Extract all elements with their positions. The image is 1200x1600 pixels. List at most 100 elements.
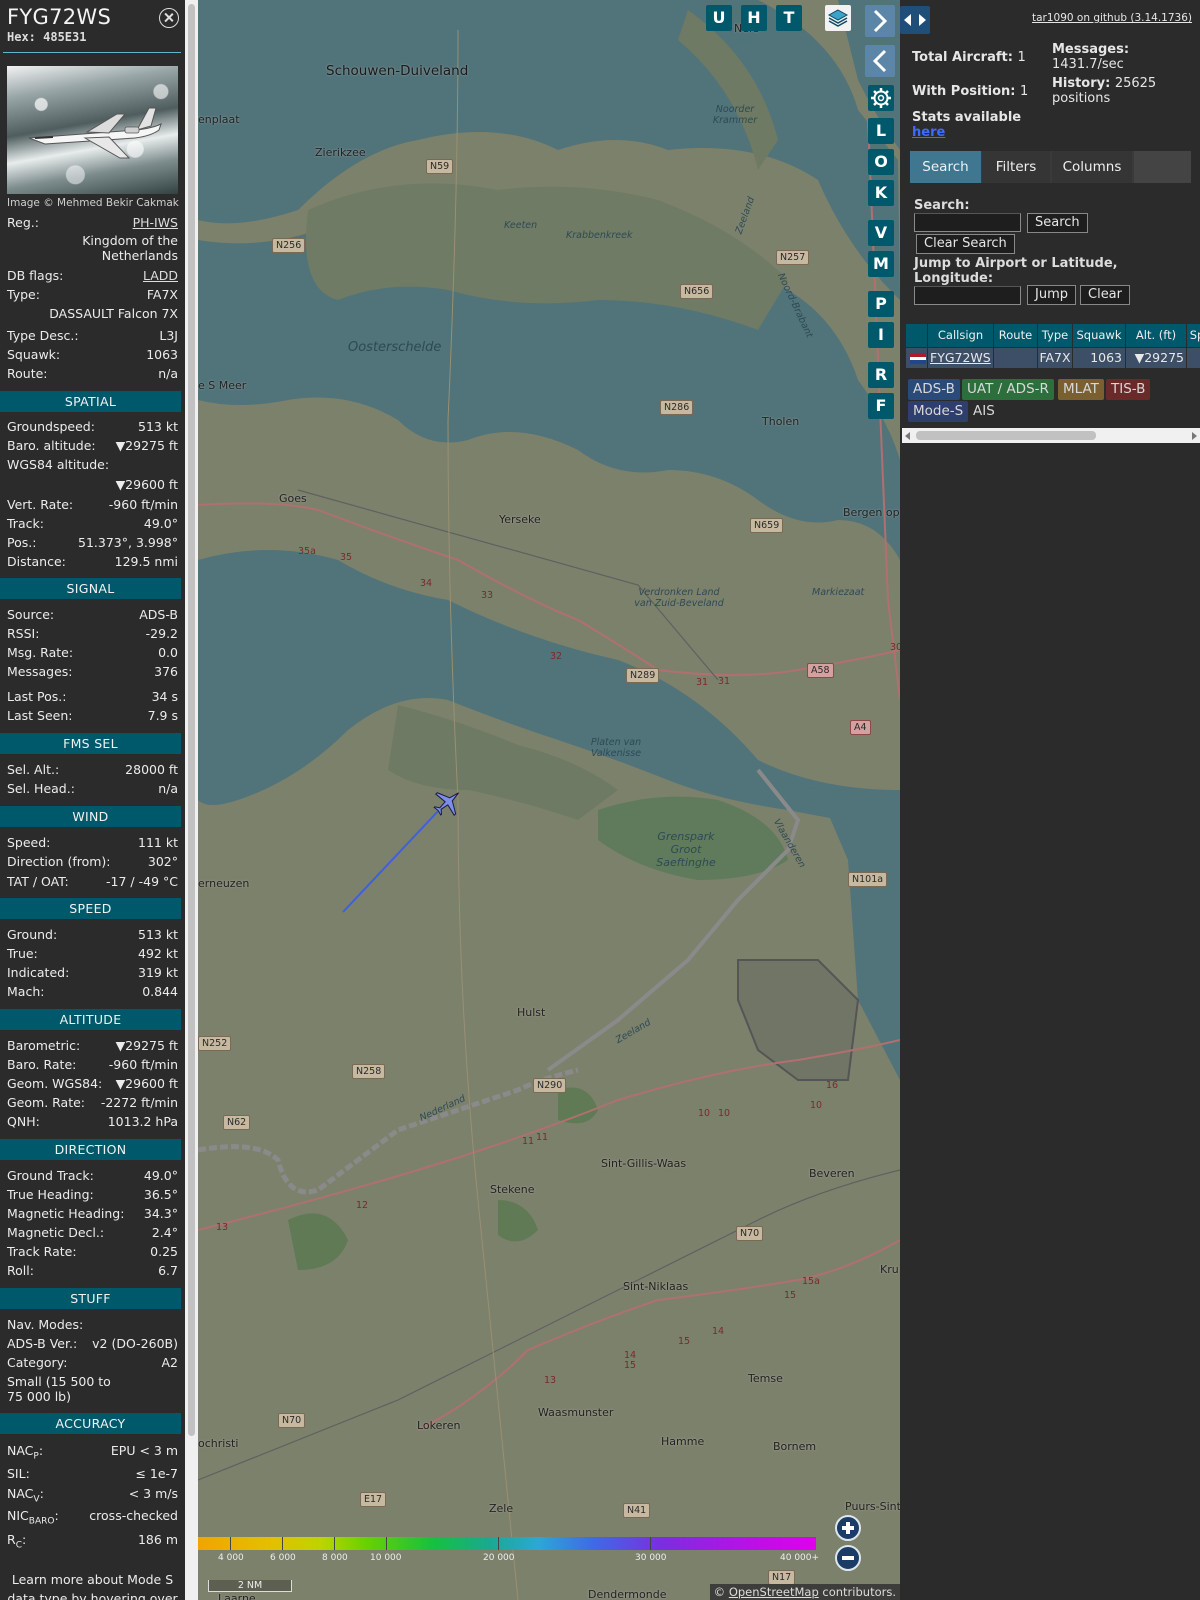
table-row-speed[interactable]: [1187, 348, 1200, 368]
ground-track-label: Ground Track:: [7, 1168, 94, 1183]
wind-speed-label: Speed:: [7, 835, 51, 850]
last-seen-value: 7.9 s: [147, 708, 178, 723]
jump-button[interactable]: Jump: [1027, 285, 1076, 305]
messages-label: Messages:: [7, 664, 73, 679]
tab-extra[interactable]: [1134, 151, 1191, 183]
water-krabbenkreek: Krabbenkreek: [566, 230, 633, 241]
search-button[interactable]: Search: [1027, 213, 1088, 233]
toggle-r-button[interactable]: R: [868, 362, 894, 388]
exit-number: 15: [678, 1336, 691, 1347]
expand-sidebar-button[interactable]: [865, 5, 895, 37]
track-rate-value: 0.25: [150, 1244, 178, 1259]
road-shield: N59: [426, 159, 454, 174]
place-sint-niklaas: Sint-Niklaas: [623, 1280, 689, 1293]
toggle-i-button[interactable]: I: [868, 322, 894, 348]
column-header-type[interactable]: Type: [1038, 324, 1072, 347]
table-row-flag[interactable]: [906, 348, 927, 368]
toggle-sidebar-width-button[interactable]: [900, 6, 930, 34]
with-position-stat: With Position: 1: [912, 84, 1029, 99]
table-row-squawk[interactable]: 1063: [1073, 348, 1125, 368]
magnetic-heading-label: Magnetic Heading:: [7, 1206, 125, 1221]
tat-oat-value: -17 / -49 °C: [106, 874, 178, 889]
aircraft-info-panel: FYG72WS Hex: 485E31 Image © Mehmed Bekir…: [0, 0, 185, 1600]
toggle-o-button[interactable]: O: [868, 149, 894, 175]
zoom-in-button[interactable]: [835, 1515, 861, 1541]
table-row-altitude[interactable]: ▼29275: [1126, 348, 1186, 368]
exit-number: 30: [890, 642, 900, 653]
table-row-type[interactable]: FA7X: [1038, 348, 1072, 368]
info-header: FYG72WS Hex: 485E31: [7, 5, 111, 44]
road-shield: N290: [533, 1078, 567, 1093]
scroll-left-icon[interactable]: [905, 432, 910, 440]
clear-search-button[interactable]: Clear Search: [916, 234, 1015, 254]
toggle-l-button[interactable]: L: [868, 118, 894, 144]
toggle-h-button[interactable]: H: [741, 5, 767, 31]
registration-link[interactable]: PH-IWS: [133, 214, 178, 231]
typedesc-label: Type Desc.:: [7, 328, 79, 343]
horizontal-scrollbar-thumb[interactable]: [916, 431, 1096, 440]
column-header-callsign[interactable]: Callsign: [928, 324, 993, 347]
toggle-k-button[interactable]: K: [868, 180, 894, 206]
scrollbar-thumb[interactable]: [188, 4, 195, 1436]
tab-columns[interactable]: Columns: [1052, 151, 1132, 183]
section-accuracy: ACCURACY: [0, 1413, 181, 1434]
layers-button[interactable]: [825, 5, 851, 31]
openstreetmap-link[interactable]: OpenStreetMap: [729, 1585, 819, 1599]
toggle-f-button[interactable]: F: [868, 393, 894, 419]
altitude-scale-label: 10 000: [370, 1553, 402, 1563]
baro-altitude-value: ▼29275 ft: [115, 438, 178, 453]
jump-input[interactable]: [914, 286, 1021, 305]
zoom-out-button[interactable]: [835, 1545, 861, 1571]
aircraft-photo[interactable]: [7, 66, 178, 194]
groundspeed-label: Groundspeed:: [7, 419, 95, 434]
map-view[interactable]: Schouwen-Duiveland Zierikzee Goes Yersek…: [198, 0, 900, 1600]
column-header-altitude[interactable]: Alt. (ft): [1126, 324, 1186, 347]
settings-button[interactable]: [868, 85, 894, 111]
table-horizontal-scrollbar[interactable]: [902, 428, 1200, 443]
toggle-m-button[interactable]: M: [868, 251, 894, 277]
tab-search[interactable]: Search: [910, 151, 981, 183]
section-fms-sel: FMS SEL: [0, 733, 181, 754]
scroll-right-icon[interactable]: [1192, 432, 1197, 440]
toggle-u-button[interactable]: U: [706, 5, 732, 31]
netherlands-flag-icon: [910, 353, 926, 364]
column-header-flag[interactable]: [906, 324, 927, 347]
vert-rate-value: -960 ft/min: [108, 497, 178, 512]
scale-tick: [386, 1537, 387, 1550]
road-shield: N257: [776, 250, 810, 265]
dbflags-link[interactable]: LADD: [143, 267, 178, 284]
column-header-speed[interactable]: Sp: [1187, 324, 1200, 347]
place-lokeren: Lokeren: [417, 1419, 461, 1432]
column-header-route[interactable]: Route: [994, 324, 1037, 347]
table-row-callsign[interactable]: FYG72WS: [928, 348, 993, 368]
toggle-p-button[interactable]: P: [868, 291, 894, 317]
toggle-t-button[interactable]: T: [776, 5, 802, 31]
category-desc: Small (15 500 to 75 000 lb): [7, 1374, 111, 1404]
clear-button[interactable]: Clear: [1080, 285, 1130, 305]
collapse-sidebar-button[interactable]: [865, 45, 895, 77]
barometric-label: Barometric:: [7, 1038, 81, 1053]
aircraft-list-sidebar: tar1090 on github (3.14.1736) Total Airc…: [900, 0, 1200, 1600]
map-attribution: © OpenStreetMap contributors.: [709, 1584, 900, 1600]
column-header-squawk[interactable]: Squawk: [1073, 324, 1125, 347]
section-direction: DIRECTION: [0, 1139, 181, 1160]
close-icon[interactable]: [159, 8, 179, 28]
info-panel-scrollbar[interactable]: [185, 0, 198, 1600]
sel-head-value: n/a: [158, 781, 178, 796]
tab-filters[interactable]: Filters: [982, 151, 1050, 183]
road-shield: N256: [272, 238, 306, 253]
toggle-v-button[interactable]: V: [868, 220, 894, 246]
scale-tick: [230, 1537, 231, 1550]
source-label: Source:: [7, 607, 55, 622]
place-zierikzee: Zierikzee: [315, 146, 366, 159]
legend-tisb: TIS-B: [1106, 379, 1151, 400]
rc-value: 186 m: [137, 1532, 178, 1547]
photo-credit: Image © Mehmed Bekir Cakmak: [7, 197, 179, 209]
table-row-route[interactable]: [994, 348, 1037, 368]
stats-here-link[interactable]: here: [912, 125, 945, 140]
search-input[interactable]: [914, 213, 1021, 232]
road-shield: A58: [807, 663, 834, 678]
gear-icon: [871, 88, 891, 108]
water-markiezaat: Markiezaat: [812, 587, 865, 598]
github-link[interactable]: tar1090 on github (3.14.1736): [1032, 12, 1192, 24]
